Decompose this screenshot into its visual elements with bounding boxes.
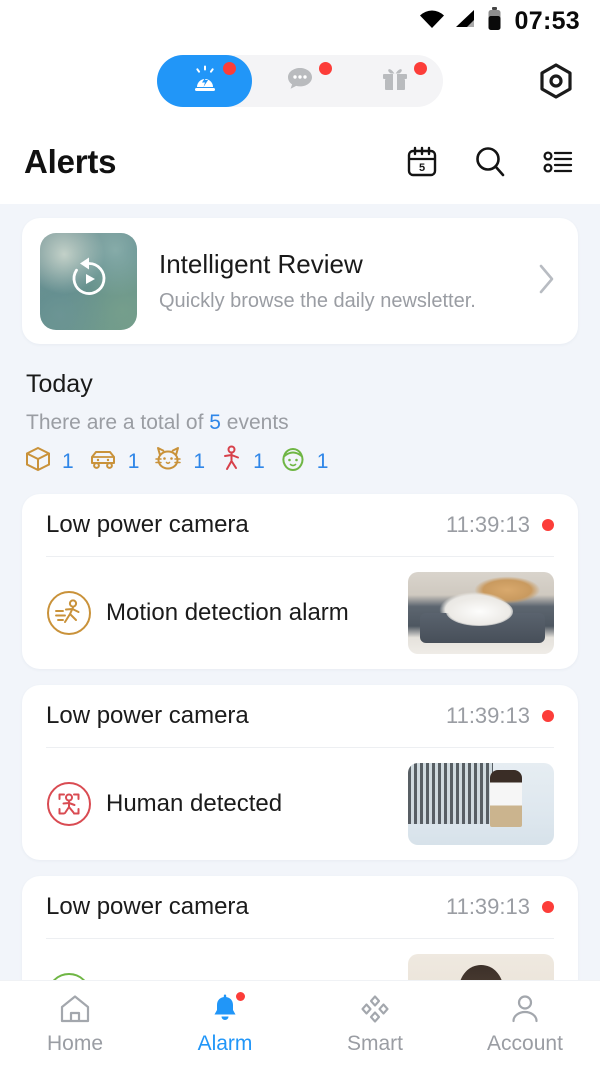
segment-gifts[interactable] <box>348 55 443 107</box>
intelligent-review-thumbnail <box>40 232 137 330</box>
alert-header: Low power camera 11:39:13 <box>22 685 578 747</box>
alarm-siren-icon <box>188 62 222 101</box>
alert-body[interactable]: Motion detection alarm <box>22 557 578 669</box>
vehicle-car-icon <box>88 445 118 478</box>
motion-detection-icon <box>46 590 92 636</box>
alert-device-name: Low power camera <box>46 511 249 538</box>
intelligent-review-texts: Intelligent Review Quickly browse the da… <box>159 249 536 313</box>
search-icon[interactable] <box>472 144 508 180</box>
gift-box-icon <box>379 63 411 100</box>
alert-body[interactable] <box>22 939 578 980</box>
alert-time: 11:39:13 <box>445 703 530 728</box>
count-motion-value: 1 <box>253 449 265 473</box>
chat-bubble-icon <box>284 63 316 100</box>
intelligent-review-subtitle: Quickly browse the daily newsletter. <box>159 290 476 313</box>
battery-icon <box>487 6 502 36</box>
unread-dot <box>542 901 554 913</box>
page-title: Alerts <box>24 143 117 180</box>
alert-meta: 11:39:13 <box>446 894 554 920</box>
alert-card[interactable]: Low power camera 11:39:13 <box>22 876 578 980</box>
today-summary: There are a total of 5 events <box>26 411 578 435</box>
hex-settings-icon[interactable] <box>536 61 576 101</box>
today-event-counts: 1 1 1 1 1 <box>24 445 578 478</box>
nav-item-account[interactable]: Account <box>450 992 600 1056</box>
count-motion[interactable]: 1 <box>219 445 265 478</box>
today-summary-prefix: There are a total of <box>26 411 210 434</box>
chevron-right-icon[interactable] <box>536 262 556 301</box>
count-face-value: 1 <box>316 449 329 473</box>
nav-label-home: Home <box>46 1032 104 1055</box>
nav-item-alarm[interactable]: Alarm <box>150 990 300 1056</box>
alert-time: 11:39:13 <box>445 894 530 919</box>
alert-header: Low power camera 11:39:13 <box>22 494 578 556</box>
motion-person-icon <box>219 445 243 478</box>
unread-dot <box>542 519 554 531</box>
intelligent-review-card[interactable]: Intelligent Review Quickly browse the da… <box>22 218 578 344</box>
today-summary-count: 5 <box>209 411 221 434</box>
wifi-icon <box>419 9 445 34</box>
count-vehicle-value: 1 <box>127 449 140 473</box>
alert-header: Low power camera 11:39:13 <box>22 876 578 938</box>
alert-card[interactable]: Low power camera 11:39:13 Motion detecti… <box>22 494 578 669</box>
segment-messages[interactable] <box>252 55 347 107</box>
segment-alerts[interactable] <box>157 55 253 107</box>
calendar-icon[interactable]: 5 <box>404 144 440 180</box>
alert-device-name: Low power camera <box>46 893 249 920</box>
status-bar-time: 07:53 <box>514 6 580 35</box>
person-icon <box>509 992 541 1026</box>
nav-label-smart: Smart <box>346 1032 403 1055</box>
event-thumbnail-face[interactable] <box>408 954 554 980</box>
alert-body[interactable]: Human detected <box>22 748 578 860</box>
event-thumbnail-cat[interactable] <box>408 572 554 654</box>
cellular-signal-icon <box>454 9 478 34</box>
top-bar <box>0 42 600 120</box>
header-actions: 5 <box>404 144 576 180</box>
page-header: Alerts 5 <box>0 120 600 204</box>
bottom-navigation: Home Alarm Smart Account <box>0 980 600 1067</box>
segment-alerts-badge <box>223 62 237 75</box>
package-box-icon <box>24 445 52 478</box>
nav-item-smart[interactable]: Smart <box>300 992 450 1056</box>
replay-play-icon <box>64 254 114 309</box>
count-package[interactable]: 1 <box>24 445 74 478</box>
face-detect-icon <box>279 445 307 478</box>
filter-list-icon[interactable] <box>540 144 576 180</box>
count-package-value: 1 <box>62 449 74 473</box>
nav-label-alarm: Alarm <box>197 1032 253 1055</box>
bell-icon <box>209 990 247 1026</box>
content-scroll-area[interactable]: Intelligent Review Quickly browse the da… <box>0 204 600 980</box>
status-bar: 07:53 <box>0 0 600 42</box>
alert-event-label: Motion detection alarm <box>106 599 349 626</box>
face-detected-icon <box>46 972 92 980</box>
alarm-badge <box>234 990 247 1003</box>
home-icon <box>58 992 92 1026</box>
nav-item-home[interactable]: Home <box>0 992 150 1056</box>
nav-label-account: Account <box>487 1032 563 1055</box>
unread-dot <box>542 710 554 722</box>
count-pet-value: 1 <box>193 449 206 473</box>
event-thumbnail-person[interactable] <box>408 763 554 845</box>
today-heading: Today <box>26 370 93 398</box>
alert-card[interactable]: Low power camera 11:39:13 Human detected <box>22 685 578 860</box>
segmented-control <box>157 55 443 107</box>
count-pet[interactable]: 1 <box>153 445 205 478</box>
calendar-day-number: 5 <box>419 162 425 174</box>
alert-meta: 11:39:13 <box>446 512 554 538</box>
intelligent-review-title: Intelligent Review <box>159 248 363 279</box>
count-vehicle[interactable]: 1 <box>88 445 140 478</box>
smart-diamonds-icon <box>359 992 391 1026</box>
alert-event-label: Human detected <box>106 790 283 817</box>
alert-meta: 11:39:13 <box>446 703 554 729</box>
segment-gifts-badge <box>413 62 427 75</box>
count-face[interactable]: 1 <box>279 445 329 478</box>
today-summary-suffix: events <box>220 411 289 434</box>
alert-device-name: Low power camera <box>46 702 249 729</box>
human-detected-icon <box>46 781 92 827</box>
alert-time: 11:39:13 <box>445 512 530 537</box>
segment-messages-badge <box>318 62 332 75</box>
pet-cat-icon <box>153 445 183 478</box>
